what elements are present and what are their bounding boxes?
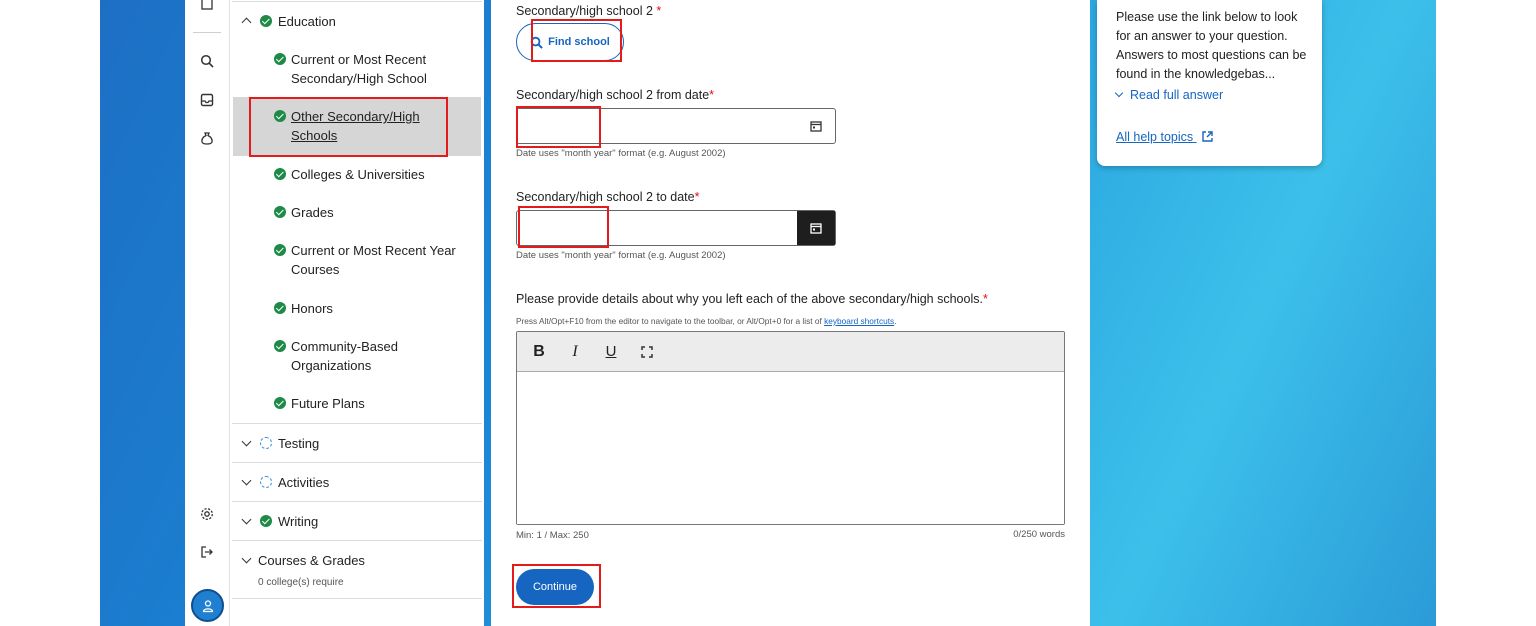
editor-hint-text: Press Alt/Opt+F10 from the editor to nav… <box>516 316 825 326</box>
highlight-box <box>516 106 601 148</box>
from-label-text: Secondary/high school 2 from date <box>516 88 710 102</box>
bold-button[interactable]: B <box>531 343 547 361</box>
complete-check-icon <box>274 340 286 352</box>
from-date-label: Secondary/high school 2 from date* <box>516 88 714 102</box>
settings-icon[interactable] <box>198 505 216 523</box>
nav-section-label: Activities <box>278 475 330 490</box>
nav-item-label: Colleges & Universities <box>291 167 425 182</box>
word-count: 0/250 words <box>1013 529 1065 540</box>
highlight-box <box>531 19 622 62</box>
external-link-icon <box>1201 131 1213 142</box>
highlight-box <box>512 564 601 608</box>
icon-rail <box>185 0 230 626</box>
user-icon <box>202 599 213 612</box>
required-mark: * <box>982 292 988 306</box>
complete-check-icon <box>274 302 286 314</box>
help-text: Please use the link below to look for an… <box>1116 10 1307 81</box>
editor-toolbar: B I U <box>517 332 1064 372</box>
rich-text-editor: B I U <box>516 331 1065 525</box>
in-progress-icon <box>260 476 272 488</box>
calendar-button[interactable] <box>797 211 835 245</box>
chevron-down-icon <box>1114 88 1124 98</box>
complete-check-icon <box>274 168 286 180</box>
inbox-icon[interactable] <box>198 91 216 109</box>
from-date-hint: Date uses "month year" format (e.g. Augu… <box>516 148 726 159</box>
italic-button[interactable]: I <box>567 343 583 361</box>
read-full-answer-link[interactable]: Read full answer <box>1114 88 1224 102</box>
highlight-box <box>249 97 448 157</box>
rail-divider <box>193 32 221 33</box>
nav-item-label: Honors <box>291 301 333 316</box>
complete-check-icon <box>274 244 286 256</box>
nav-item-label: Grades <box>291 205 334 220</box>
to-label-text: Secondary/high school 2 to date <box>516 190 695 204</box>
nav-divider <box>232 462 482 463</box>
nav-divider <box>232 501 482 502</box>
required-mark: * <box>694 190 700 204</box>
calendar-icon <box>810 121 822 132</box>
nav-item-label: Future Plans <box>291 396 365 411</box>
user-avatar[interactable] <box>191 589 224 622</box>
school-field-label: Secondary/high school 2 * <box>516 4 661 18</box>
calendar-button[interactable] <box>797 109 835 143</box>
money-bag-icon[interactable] <box>198 129 216 147</box>
nav-divider <box>232 423 482 424</box>
nav-section-sublabel: 0 college(s) require <box>258 577 344 588</box>
complete-check-icon <box>274 397 286 409</box>
school-label-text: Secondary/high school 2 <box>516 4 653 18</box>
underline-button[interactable]: U <box>603 343 619 360</box>
fullscreen-icon <box>641 345 653 358</box>
calendar-icon <box>810 223 822 234</box>
all-help-topics-label: All help topics <box>1116 130 1194 144</box>
in-progress-icon <box>260 437 272 449</box>
required-mark: * <box>656 4 662 18</box>
fullscreen-button[interactable] <box>639 345 655 358</box>
help-card: Please use the link below to look for an… <box>1097 0 1322 166</box>
required-mark: * <box>709 88 715 102</box>
editor-hint: Press Alt/Opt+F10 from the editor to nav… <box>516 316 897 326</box>
nav-section-label: Courses & Grades <box>258 553 365 568</box>
nav-item-label: Current or Most Recent Year Courses <box>291 243 456 277</box>
to-date-label: Secondary/high school 2 to date* <box>516 190 699 204</box>
complete-check-icon <box>260 15 272 27</box>
sign-out-icon[interactable] <box>198 543 216 561</box>
nav-item-label: Current or Most Recent Secondary/High Sc… <box>291 52 427 86</box>
nav-item-label: Community-Based Organizations <box>291 339 398 373</box>
document-icon[interactable] <box>198 0 216 12</box>
all-help-topics-link[interactable]: All help topics <box>1116 130 1214 144</box>
details-label-text: Please provide details about why you lef… <box>516 292 983 306</box>
min-max-hint: Min: 1 / Max: 250 <box>516 530 589 541</box>
nav-divider <box>232 540 482 541</box>
highlight-box <box>518 206 609 248</box>
details-label: Please provide details about why you lef… <box>516 292 988 306</box>
editor-hint-suffix: . <box>894 316 897 326</box>
nav-divider <box>232 1 482 2</box>
nav-divider <box>232 598 482 599</box>
nav-section-label: Testing <box>278 436 320 451</box>
to-date-hint: Date uses "month year" format (e.g. Augu… <box>516 250 726 261</box>
nav-section-label: Writing <box>278 514 319 529</box>
search-icon[interactable] <box>198 52 216 70</box>
complete-check-icon <box>274 53 286 65</box>
read-full-answer-label: Read full answer <box>1130 88 1224 102</box>
keyboard-shortcuts-link[interactable]: keyboard shortcuts <box>824 316 894 326</box>
complete-check-icon <box>260 515 272 527</box>
nav-section-label: Education <box>278 14 336 29</box>
complete-check-icon <box>274 206 286 218</box>
details-textarea[interactable] <box>517 372 1064 524</box>
